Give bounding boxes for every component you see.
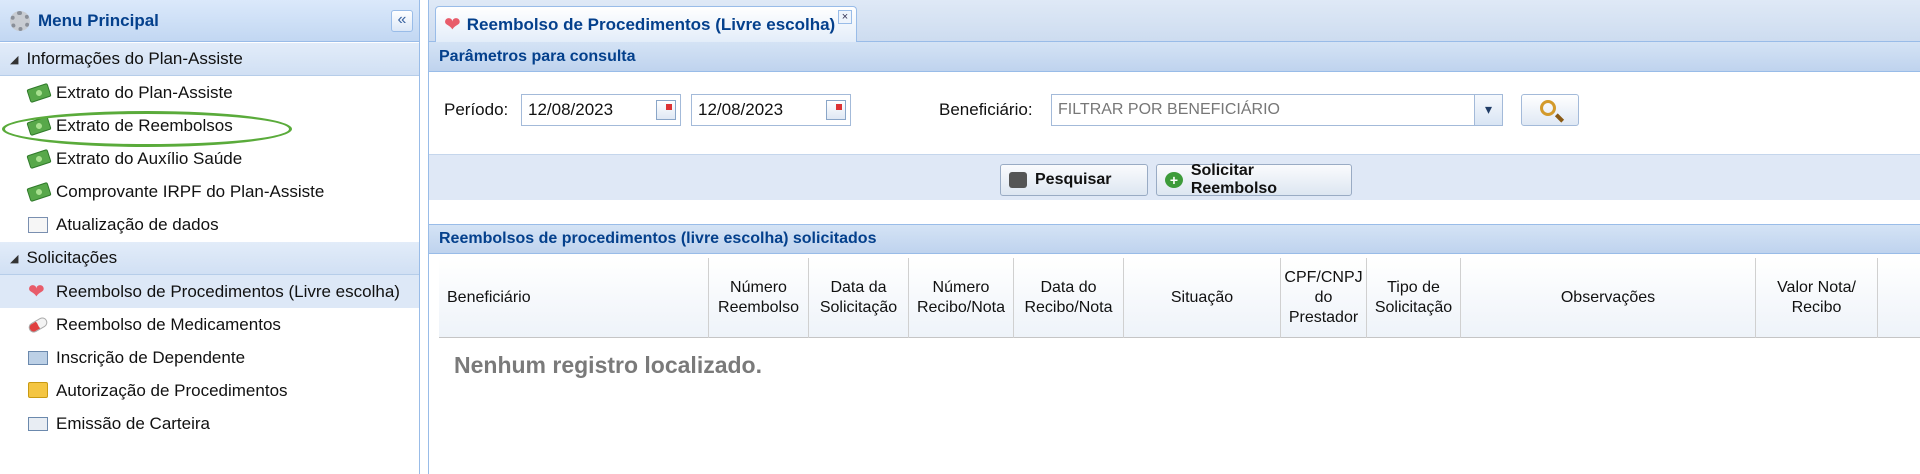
app-window: Menu Principal « ◢ Informações do Plan-A… [0, 0, 1920, 474]
heart-icon: ❤ [444, 13, 461, 36]
sidebar-header: Menu Principal « [0, 0, 419, 42]
heart-icon: ❤ [28, 280, 45, 303]
close-icon[interactable]: × [838, 10, 852, 24]
action-bar: Pesquisar + Solicitar Reembolso [429, 154, 1920, 200]
sidebar-item-label: Emissão de Carteira [56, 413, 211, 433]
sidebar-item-reembolso-procedimentos[interactable]: ❤ Reembolso de Procedimentos (Livre esco… [0, 275, 419, 308]
sidebar-item-inscricao-dependente[interactable]: Inscrição de Dependente [0, 341, 419, 374]
grid-panel: Reembolsos de procedimentos (livre escol… [429, 224, 1920, 474]
triangle-down-icon: ◢ [10, 53, 19, 66]
sidebar: Menu Principal « ◢ Informações do Plan-A… [0, 0, 420, 474]
sidebar-item-reembolso-medicamentos[interactable]: Reembolso de Medicamentos [0, 308, 419, 341]
column-header[interactable]: Valor Nota/ Recibo [1756, 258, 1878, 338]
sidebar-item-extrato-plan-assiste[interactable]: Extrato do Plan-Assiste [0, 76, 419, 109]
column-header-spacer [1878, 258, 1920, 338]
tab-title: Reembolso de Procedimentos (Livre escolh… [466, 14, 836, 34]
id-card-icon [28, 415, 50, 433]
column-header[interactable]: CPF/CNPJ do Prestador [1281, 258, 1367, 338]
section-informacoes[interactable]: ◢ Informações do Plan-Assiste [0, 42, 419, 76]
sidebar-item-extrato-reembolsos[interactable]: Extrato de Reembolsos [0, 109, 419, 142]
section-solicitacoes[interactable]: ◢ Solicitações [0, 241, 419, 275]
calendar-icon[interactable] [656, 100, 676, 120]
column-header[interactable]: Situação [1124, 258, 1281, 338]
money-icon [26, 115, 52, 136]
column-header[interactable]: Data da Solicitação [809, 258, 909, 338]
sidebar-item-label: Autorização de Procedimentos [56, 380, 288, 400]
sidebar-item-comprovante-irpf[interactable]: Comprovante IRPF do Plan-Assiste [0, 175, 419, 208]
beneficiario-label: Beneficiário: [939, 100, 1033, 119]
chevron-down-icon[interactable]: ▾ [1474, 95, 1502, 125]
tab-bar: ❤ Reembolso de Procedimentos (Livre esco… [429, 0, 1920, 42]
column-header[interactable]: Beneficiário [439, 258, 709, 338]
money-icon [26, 148, 52, 169]
date-to-field[interactable]: 12/08/2023 [691, 94, 851, 126]
empty-message: Nenhum registro localizado. [454, 352, 762, 378]
params-panel-header: Parâmetros para consulta [429, 42, 1920, 72]
search-button[interactable] [1521, 94, 1579, 126]
calendar-icon[interactable] [826, 100, 846, 120]
money-icon [26, 181, 52, 202]
sidebar-item-label: Atualização de dados [56, 214, 219, 234]
beneficiario-select[interactable]: FILTRAR POR BENEFICIÁRIO ▾ [1051, 94, 1503, 126]
sidebar-item-autorizacao-procedimentos[interactable]: Autorização de Procedimentos [0, 374, 419, 407]
solicitar-label: Solicitar Reembolso [1190, 162, 1278, 197]
beneficiario-placeholder: FILTRAR POR BENEFICIÁRIO [1058, 101, 1280, 118]
column-header[interactable]: Data do Recibo/Nota [1014, 258, 1124, 338]
section-label: Solicitações [26, 248, 118, 267]
money-icon [26, 82, 52, 103]
column-header[interactable]: Tipo de Solicitação [1367, 258, 1461, 338]
sidebar-title: Menu Principal [38, 10, 159, 30]
tab-reembolso-procedimentos[interactable]: ❤ Reembolso de Procedimentos (Livre esco… [435, 6, 857, 42]
triangle-down-icon: ◢ [10, 252, 19, 265]
grid-header-row: Beneficiário Número Reembolso Data da So… [439, 258, 1920, 338]
sidebar-item-atualizacao-dados[interactable]: Atualização de dados [0, 208, 419, 241]
params-panel: Período: 12/08/2023 12/08/2023 Beneficiá… [429, 72, 1920, 154]
add-icon: + [1165, 172, 1183, 188]
sidebar-item-emissao-carteira[interactable]: Emissão de Carteira [0, 407, 419, 440]
main-content: ❤ Reembolso de Procedimentos (Livre esco… [428, 0, 1920, 474]
date-from-field[interactable]: 12/08/2023 [521, 94, 681, 126]
column-header[interactable]: Número Reembolso [709, 258, 809, 338]
sidebar-item-label: Extrato do Auxílio Saúde [56, 148, 243, 168]
collapse-sidebar-button[interactable]: « [391, 10, 413, 32]
date-from-value: 12/08/2023 [528, 100, 614, 119]
pill-icon [26, 315, 50, 334]
pesquisar-button[interactable]: Pesquisar [1000, 164, 1148, 196]
section-label: Informações do Plan-Assiste [26, 49, 243, 68]
search-icon [1540, 100, 1556, 116]
sidebar-item-label: Reembolso de Procedimentos (Livre escolh… [56, 281, 400, 301]
date-to-value: 12/08/2023 [698, 100, 784, 119]
solicitar-reembolso-button[interactable]: + Solicitar Reembolso [1156, 162, 1352, 197]
sidebar-item-label: Reembolso de Medicamentos [56, 314, 281, 334]
folder-icon [28, 381, 50, 400]
sidebar-item-extrato-auxilio-saude[interactable]: Extrato do Auxílio Saúde [0, 142, 419, 175]
form-icon [28, 216, 50, 234]
column-header[interactable]: Observações [1461, 258, 1756, 338]
sidebar-item-label: Comprovante IRPF do Plan-Assiste [56, 181, 325, 201]
pesquisar-label: Pesquisar [1035, 171, 1112, 188]
periodo-label: Período: [444, 100, 509, 119]
card-add-icon [28, 349, 50, 367]
sidebar-item-label: Inscrição de Dependente [56, 347, 246, 367]
sidebar-item-label: Extrato de Reembolsos [56, 115, 233, 135]
gear-icon [10, 10, 30, 31]
sidebar-item-label: Extrato do Plan-Assiste [56, 82, 233, 102]
binoculars-icon [1009, 172, 1027, 188]
grid-panel-header: Reembolsos de procedimentos (livre escol… [429, 224, 1920, 254]
column-header[interactable]: Número Recibo/Nota [909, 258, 1014, 338]
